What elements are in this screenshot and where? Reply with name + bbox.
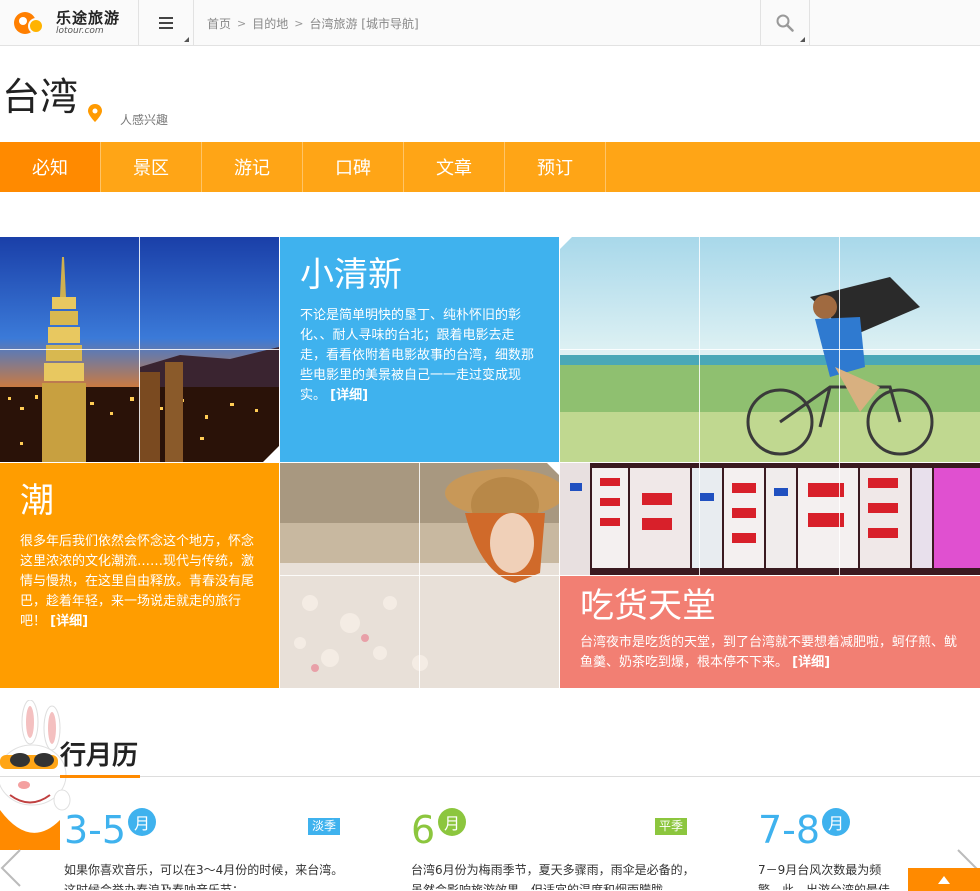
menu-button[interactable] (138, 0, 194, 46)
foodie-body: 台湾夜市是吃货的天堂，到了台湾就不要想着减肥啦，蚵仔煎、鱿鱼羹、奶茶吃到爆，根本… (580, 635, 958, 671)
month-badge: 月 (822, 808, 850, 836)
month-range: 6 (411, 808, 436, 852)
tab-booking[interactable]: 预订 (505, 142, 606, 192)
breadcrumb-separator: > (294, 16, 304, 30)
calendar-divider-accent (60, 775, 140, 778)
logo-domain: lotour.com (56, 25, 104, 36)
trend-description: 很多年后我们依然会怀念这个地方，怀念这里浓浓的文化潮流……现代与传统，激情与慢热… (20, 532, 259, 632)
logo-name: 乐途旅游 (56, 8, 121, 27)
foodie-description: 台湾夜市是吃货的天堂，到了台湾就不要想着减肥啦，蚵仔煎、鱿鱼羹、奶茶吃到爆，根本… (580, 633, 960, 673)
fresh-style-tile[interactable]: 小清新 不论是简单明快的垦丁、纯朴怀旧的彰化、、耐人寻味的台北；跟着电影去走走，… (280, 237, 559, 462)
tab-must-know[interactable]: 必知 (0, 142, 101, 192)
month-badge: 月 (438, 808, 466, 836)
corner-triangle-icon (184, 37, 189, 42)
site-logo[interactable]: 乐途旅游 lotour.com (0, 0, 138, 46)
trend-tile[interactable]: 潮 很多年后我们依然会怀念这个地方，怀念这里浓浓的文化潮流……现代与传统，激情与… (0, 463, 279, 688)
month-range: 3-5 (64, 808, 127, 852)
tab-attractions[interactable]: 景区 (101, 142, 202, 192)
tab-travelogues[interactable]: 游记 (202, 142, 303, 192)
foodie-tile[interactable]: 吃货天堂 台湾夜市是吃货的天堂，到了台湾就不要想着减肥啦，蚵仔煎、鱿鱼羹、奶茶吃… (560, 576, 980, 688)
breadcrumb: 首页 > 目的地 > 台湾旅游 [城市导航] (207, 0, 419, 46)
season-badge: 平季 (655, 818, 688, 835)
search-button[interactable] (760, 0, 810, 46)
fresh-style-title: 小清新 (300, 255, 402, 295)
breadcrumb-separator: > (237, 16, 247, 30)
trend-detail-link[interactable]: [详细] (50, 614, 88, 629)
breadcrumb-home[interactable]: 首页 (207, 15, 231, 32)
back-to-top-button[interactable] (908, 868, 980, 891)
interest-count-label: 人感兴趣 (120, 113, 169, 127)
foodie-title: 吃货天堂 (580, 586, 716, 626)
month-description: 如果你喜欢音乐，可以在3～4月份的时候，来台湾。这时候会举办春浪及春呐音乐节； (64, 863, 344, 890)
caret-up-icon (938, 875, 950, 884)
hamburger-icon (159, 17, 173, 29)
photo-taipei-101-night[interactable] (0, 237, 279, 462)
season-badge: 淡季 (308, 818, 341, 835)
logo-mark-icon (14, 10, 54, 36)
calendar-divider (0, 776, 980, 777)
location-pin-icon[interactable] (88, 104, 102, 122)
tab-reviews[interactable]: 口碑 (303, 142, 404, 192)
calendar-title: 行月历 (60, 741, 139, 771)
fresh-style-description: 不论是简单明快的垦丁、纯朴怀旧的彰化、、耐人寻味的台北；跟着电影去走走，看看依附… (300, 306, 539, 406)
month-badge: 月 (128, 808, 156, 836)
breadcrumb-current[interactable]: 台湾旅游 [城市导航] (309, 15, 418, 32)
logo-text: 乐途旅游 lotour.com (56, 8, 121, 36)
photo-cyclist[interactable] (560, 237, 980, 462)
night-market-image (560, 463, 980, 575)
trend-title: 潮 (20, 481, 54, 521)
tab-articles[interactable]: 文章 (404, 142, 505, 192)
fresh-style-detail-link[interactable]: [详细] (330, 388, 368, 403)
corner-fold-icon (547, 463, 559, 475)
corner-triangle-icon (800, 37, 805, 42)
month-description: 7－9月台风次数最为频繁，此，出游台湾的最佳时间 (758, 863, 891, 890)
page-title: 台湾 (2, 75, 79, 119)
search-icon (776, 14, 794, 32)
breadcrumb-destination[interactable]: 目的地 (252, 15, 288, 32)
top-bar: 乐途旅游 lotour.com 首页 > 目的地 > 台湾旅游 [城市导航] (0, 0, 980, 46)
corner-fold-icon (560, 237, 572, 249)
photo-night-market-signs[interactable] (560, 463, 980, 575)
calendar-prev-arrow-icon[interactable] (0, 848, 22, 888)
foodie-detail-link[interactable]: [详细] (792, 655, 830, 670)
corner-fold-icon (263, 446, 279, 462)
section-tabs: 必知 景区 游记 口碑 文章 预订 (0, 142, 980, 192)
photo-girl-with-hat[interactable] (280, 463, 559, 688)
month-description: 台湾6月份为梅雨季节，夏天多骤雨，雨伞是必备的，虽然会影响旅游效果，但适宜的温度… (411, 863, 695, 890)
month-range: 7-8 (758, 808, 821, 852)
